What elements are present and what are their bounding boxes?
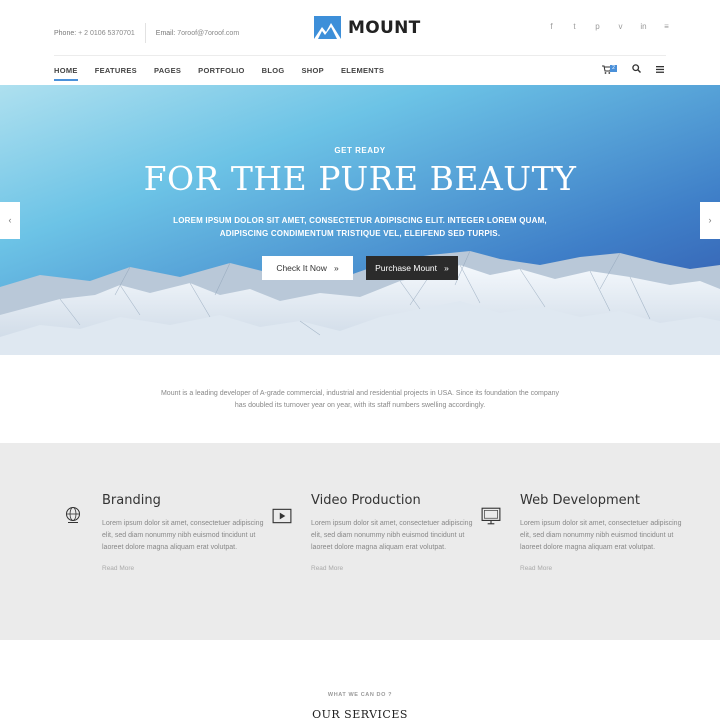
nav-item-features[interactable]: FEATURES <box>95 66 137 75</box>
feature-title: Branding <box>102 493 161 508</box>
chevron-right-icon: › <box>708 215 712 225</box>
intro-text: Mount is a leading developer of A-grade … <box>160 390 560 409</box>
check-it-now-button[interactable]: Check It Now » <box>262 256 353 280</box>
nav-item-elements[interactable]: ELEMENTS <box>341 66 384 75</box>
feature-branding: Branding Lorem ipsum dolor sit amet, con… <box>102 493 272 572</box>
hero-kicker: GET READY <box>334 146 386 155</box>
mountain-background-image <box>0 250 720 355</box>
phone-label: Phone: <box>54 29 77 37</box>
menu-button[interactable] <box>654 65 666 75</box>
hamburger-menu-icon <box>656 65 664 73</box>
social-links: f t p v in ≡ <box>540 20 678 34</box>
contact-info: Phone: + 2 0106 5370701 Email: 7oroof@7o… <box>54 23 239 43</box>
slider-prev-button[interactable]: ‹ <box>0 202 20 239</box>
rss-icon[interactable]: ≡ <box>655 20 678 34</box>
feature-text: Lorem ipsum dolor sit amet, consectetuer… <box>102 520 264 551</box>
feature-title: Video Production <box>311 493 421 508</box>
double-chevron-right-icon: » <box>439 263 449 273</box>
cart-button[interactable]: 2 <box>602 64 618 75</box>
chevron-left-icon: ‹ <box>8 215 12 225</box>
main-nav: HOME FEATURES PAGES PORTFOLIO BLOG SHOP … <box>0 56 720 84</box>
brand-name: MOUNT <box>348 17 421 38</box>
nav-item-blog[interactable]: BLOG <box>262 66 285 75</box>
contact-divider <box>144 23 146 43</box>
feature-text: Lorem ipsum dolor sit amet, consectetuer… <box>311 520 473 551</box>
services-kicker: WHAT WE CAN DO ? <box>327 692 393 698</box>
services-title: OUR SERVICES <box>312 708 408 720</box>
search-icon <box>631 64 641 73</box>
slider-next-button[interactable]: › <box>700 202 720 239</box>
cart-count-badge: 2 <box>610 65 617 72</box>
logo[interactable]: MOUNT <box>314 16 421 39</box>
nav-item-home[interactable]: HOME <box>54 66 78 81</box>
top-bar: Phone: + 2 0106 5370701 Email: 7oroof@7o… <box>0 0 720 56</box>
vimeo-icon[interactable]: v <box>609 20 632 34</box>
twitter-icon[interactable]: t <box>563 20 586 34</box>
mountain-logo-icon <box>314 16 341 39</box>
nav-item-portfolio[interactable]: PORTFOLIO <box>198 66 244 75</box>
features-section: Branding Lorem ipsum dolor sit amet, con… <box>0 443 720 640</box>
email-label: Email: <box>155 29 176 37</box>
feature-title: Web Development <box>520 493 640 508</box>
search-button[interactable] <box>630 64 642 75</box>
globe-icon <box>66 507 80 523</box>
double-chevron-right-icon: » <box>329 263 339 273</box>
read-more-link[interactable]: Read More <box>311 565 481 572</box>
phone-number[interactable]: + 2 0106 5370701 <box>78 30 135 37</box>
facebook-icon[interactable]: f <box>540 20 563 34</box>
check-it-now-label: Check It Now <box>276 263 327 273</box>
video-play-icon <box>272 508 292 524</box>
pinterest-icon[interactable]: p <box>586 20 609 34</box>
nav-item-pages[interactable]: PAGES <box>154 66 181 75</box>
purchase-mount-label: Purchase Mount <box>375 263 438 273</box>
feature-video-production: Video Production Lorem ipsum dolor sit a… <box>311 493 481 572</box>
monitor-icon <box>481 507 501 525</box>
hero-title: FOR THE PURE BEAUTY <box>143 159 577 198</box>
read-more-link[interactable]: Read More <box>520 565 690 572</box>
email-address[interactable]: 7oroof@7oroof.com <box>177 30 239 37</box>
feature-web-development: Web Development Lorem ipsum dolor sit am… <box>520 493 690 572</box>
hero-subtitle: LOREM IPSUM DOLOR SIT AMET, CONSECTETUR … <box>173 216 547 238</box>
feature-text: Lorem ipsum dolor sit amet, consectetuer… <box>520 520 682 551</box>
read-more-link[interactable]: Read More <box>102 565 272 572</box>
linkedin-icon[interactable]: in <box>632 20 655 34</box>
nav-item-shop[interactable]: SHOP <box>302 66 324 75</box>
hero-slider: GET READY FOR THE PURE BEAUTY LOREM IPSU… <box>0 85 720 355</box>
purchase-mount-button[interactable]: Purchase Mount » <box>366 256 458 280</box>
